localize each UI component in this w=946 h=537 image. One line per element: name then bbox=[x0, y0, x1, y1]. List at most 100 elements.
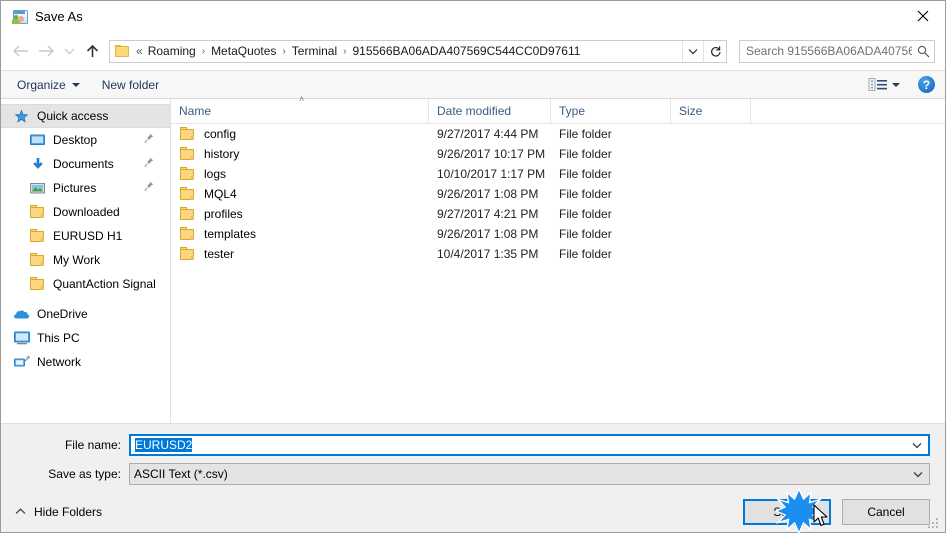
address-bar[interactable]: « Roaming › MetaQuotes › Terminal › 9155… bbox=[109, 39, 727, 63]
breadcrumb-item-roaming[interactable]: Roaming bbox=[146, 44, 198, 58]
new-folder-label: New folder bbox=[101, 77, 160, 92]
up-button[interactable] bbox=[79, 37, 105, 65]
file-name-selected-text: EURUSD2 bbox=[135, 438, 193, 452]
hide-folders-label: Hide Folders bbox=[34, 505, 103, 519]
file-name-label: templates bbox=[204, 227, 257, 241]
address-dropdown-icon[interactable] bbox=[682, 40, 703, 62]
sidebar-item-pictures[interactable]: Pictures bbox=[1, 176, 170, 200]
chevron-right-icon: › bbox=[282, 45, 286, 57]
search-input[interactable]: Search 915566BA06ADA40756... bbox=[740, 44, 912, 58]
sidebar-item-label: Pictures bbox=[53, 181, 97, 195]
organize-button[interactable]: Organize bbox=[17, 78, 80, 92]
star-icon bbox=[13, 108, 30, 124]
file-name-label: profiles bbox=[204, 207, 243, 221]
file-date-cell: 9/27/2017 4:21 PM bbox=[437, 207, 539, 221]
sidebar-item-quantaction-signal[interactable]: QuantAction Signal bbox=[1, 272, 170, 296]
file-list-headers: ˄ Name Date modified Type Size bbox=[171, 94, 945, 124]
pin-icon bbox=[144, 133, 154, 147]
sidebar-item-eurusd-h1[interactable]: EURUSD H1 bbox=[1, 224, 170, 248]
sidebar-item-label: Documents bbox=[53, 157, 114, 171]
view-options-chevron-down-icon[interactable] bbox=[892, 82, 900, 87]
save-as-type-select[interactable]: ASCII Text (*.csv) bbox=[129, 463, 930, 485]
file-name-label: history bbox=[204, 147, 240, 161]
cancel-button-label: Cancel bbox=[867, 505, 905, 519]
recent-locations-button[interactable] bbox=[59, 37, 79, 65]
file-date-cell: 9/27/2017 4:44 PM bbox=[437, 127, 539, 141]
sidebar-item-desktop[interactable]: Desktop bbox=[1, 128, 170, 152]
sidebar-item-documents[interactable]: Documents bbox=[1, 152, 170, 176]
file-type-cell: File folder bbox=[559, 247, 612, 261]
file-type-cell: File folder bbox=[559, 187, 612, 201]
sidebar-item-quick-access[interactable]: Quick access bbox=[1, 104, 170, 128]
folder-icon bbox=[115, 44, 130, 58]
folder-icon bbox=[180, 127, 196, 141]
chevron-down-icon[interactable] bbox=[907, 471, 929, 478]
sidebar-item-this-pc[interactable]: This PC bbox=[1, 326, 170, 350]
sidebar-item-onedrive[interactable]: OneDrive bbox=[1, 302, 170, 326]
breadcrumb-item-terminal[interactable]: Terminal bbox=[290, 44, 339, 58]
list-view-icon[interactable] bbox=[868, 77, 888, 92]
resize-grip-icon[interactable] bbox=[928, 516, 941, 529]
title-bar: Save As bbox=[1, 1, 945, 32]
cancel-button[interactable]: Cancel bbox=[842, 499, 930, 525]
sidebar-item-label: Network bbox=[37, 355, 82, 369]
hide-folders-button[interactable]: Hide Folders bbox=[15, 505, 102, 519]
table-row[interactable]: history 9/26/2017 10:17 PM File folder bbox=[171, 144, 945, 164]
close-icon[interactable] bbox=[900, 1, 945, 31]
search-box[interactable]: Search 915566BA06ADA40756... bbox=[739, 39, 935, 63]
file-name-cell: history bbox=[171, 147, 429, 161]
file-type-cell: File folder bbox=[559, 227, 612, 241]
table-row[interactable]: profiles 9/27/2017 4:21 PM File folder bbox=[171, 204, 945, 224]
sidebar-item-network[interactable]: Network bbox=[1, 350, 170, 374]
folder-icon bbox=[180, 247, 196, 261]
file-name-label: tester bbox=[204, 247, 235, 261]
table-row[interactable]: templates 9/26/2017 1:08 PM File folder bbox=[171, 224, 945, 244]
file-date-cell: 10/10/2017 1:17 PM bbox=[437, 167, 546, 181]
file-type-cell: File folder bbox=[559, 167, 612, 181]
column-header-size[interactable]: Size bbox=[671, 99, 751, 123]
pin-icon bbox=[144, 181, 154, 195]
folder-icon bbox=[29, 252, 46, 268]
breadcrumb-item-metaquotes[interactable]: MetaQuotes bbox=[209, 44, 278, 58]
sidebar-item-label: Desktop bbox=[53, 133, 98, 147]
sidebar-item-downloaded[interactable]: Downloaded bbox=[1, 200, 170, 224]
column-header-date-modified[interactable]: Date modified bbox=[429, 99, 551, 123]
file-name-cell: config bbox=[171, 127, 429, 141]
forward-button[interactable] bbox=[33, 37, 59, 65]
breadcrumb-overflow[interactable]: « bbox=[134, 44, 146, 58]
sidebar-item-label: EURUSD H1 bbox=[53, 229, 123, 243]
sidebar-item-label: QuantAction Signal bbox=[53, 277, 156, 291]
refresh-icon[interactable] bbox=[703, 40, 726, 62]
save-as-type-row: Save as type: ASCII Text (*.csv) bbox=[1, 463, 945, 485]
command-toolbar: Organize New folder ? bbox=[1, 70, 945, 99]
sidebar-item-label: My Work bbox=[53, 253, 101, 267]
back-button[interactable] bbox=[7, 37, 33, 65]
folder-icon bbox=[180, 167, 196, 181]
folder-icon bbox=[29, 276, 46, 292]
table-row[interactable]: MQL4 9/26/2017 1:08 PM File folder bbox=[171, 184, 945, 204]
new-folder-button[interactable]: New folder bbox=[102, 78, 159, 92]
file-type-cell: File folder bbox=[559, 127, 612, 141]
table-row[interactable]: config 9/27/2017 4:44 PM File folder bbox=[171, 124, 945, 144]
chevron-down-icon bbox=[71, 82, 80, 87]
sidebar-item-label: Quick access bbox=[37, 109, 109, 123]
chevron-right-icon: › bbox=[343, 45, 347, 57]
onedrive-cloud-icon bbox=[13, 306, 30, 322]
file-name-input[interactable]: EURUSD2 bbox=[129, 434, 930, 456]
dialog-button-row: Hide Folders Save Cancel bbox=[1, 492, 945, 532]
table-row[interactable]: logs 10/10/2017 1:17 PM File folder bbox=[171, 164, 945, 184]
column-header-type[interactable]: Type bbox=[551, 99, 671, 123]
breadcrumb-item-terminal-id[interactable]: 915566BA06ADA407569C544CC0D97611 bbox=[350, 44, 582, 58]
dialog-body: Quick access Desktop Documents Pictures … bbox=[1, 94, 945, 423]
folder-icon bbox=[180, 187, 196, 201]
file-name-cell: tester bbox=[171, 247, 429, 261]
file-type-cell: File folder bbox=[559, 207, 612, 221]
file-name-value[interactable]: EURUSD2 bbox=[131, 438, 906, 452]
chevron-down-icon[interactable] bbox=[906, 442, 928, 449]
save-as-type-value: ASCII Text (*.csv) bbox=[134, 467, 228, 481]
sidebar-item-my-work[interactable]: My Work bbox=[1, 248, 170, 272]
table-row[interactable]: tester 10/4/2017 1:35 PM File folder bbox=[171, 244, 945, 264]
help-icon[interactable]: ? bbox=[918, 76, 935, 93]
sidebar-item-label: Downloaded bbox=[53, 205, 120, 219]
save-button[interactable]: Save bbox=[743, 499, 831, 525]
